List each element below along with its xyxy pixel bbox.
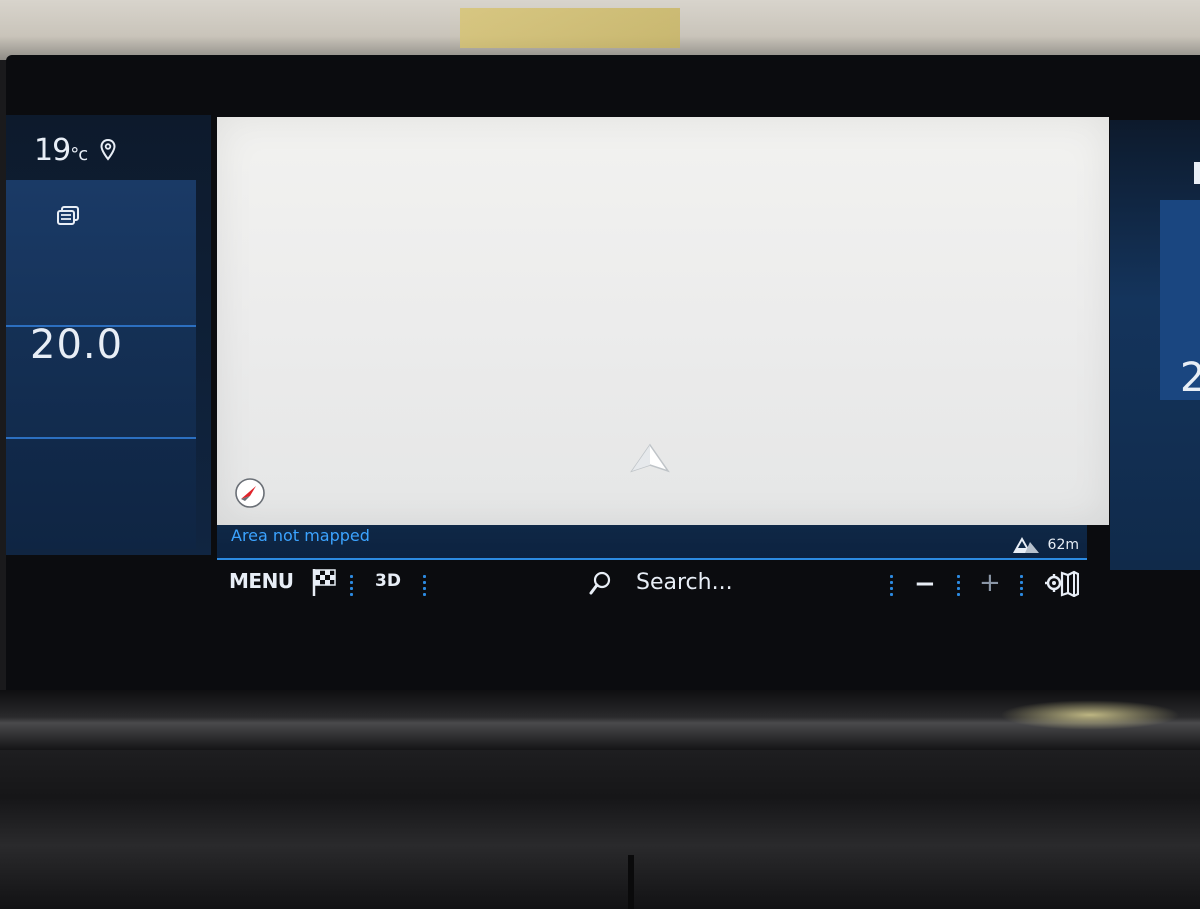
search-button[interactable]: Search...	[589, 570, 733, 595]
altitude-readout: 62m	[1013, 536, 1079, 554]
toolbar-separator	[1020, 575, 1023, 599]
rear-window-defrost-icon	[56, 205, 80, 231]
location-pin-icon	[100, 134, 116, 169]
menu-button[interactable]: MENU	[229, 569, 294, 593]
toolbar-separator	[423, 575, 426, 599]
temp-unit: °c	[70, 144, 88, 165]
right-panel-indicator	[1194, 162, 1200, 184]
area-status-text: Area not mapped	[231, 526, 370, 545]
left-temp-setpoint-control[interactable]: 20.0	[6, 322, 196, 439]
exterior-temperature: 19°c	[34, 133, 224, 169]
left-temp-setpoint: 20.0	[30, 322, 124, 368]
left-fan-control[interactable]	[6, 439, 196, 549]
map-settings-button[interactable]	[1045, 569, 1080, 601]
toolbar-separator	[890, 575, 893, 599]
right-climate-panel: 2	[1110, 120, 1200, 570]
altitude-value: 62m	[1047, 537, 1079, 553]
search-icon	[589, 570, 636, 595]
navigation-map[interactable]	[217, 117, 1109, 525]
exterior-temp-value: 19	[34, 133, 71, 168]
map-status-bar: Area not mapped 62m	[217, 525, 1087, 560]
toolbar-separator	[957, 575, 960, 599]
destination-button[interactable]	[311, 567, 339, 601]
view-mode-3d-button[interactable]: 3D	[375, 571, 401, 591]
zoom-in-button[interactable]: +	[979, 568, 1001, 598]
compass-icon[interactable]	[234, 477, 266, 513]
mountain-icon	[1013, 537, 1047, 553]
dashboard-glare	[1000, 700, 1180, 730]
navigation-arrow-icon	[630, 443, 670, 479]
left-climate-panel: 19°c 20.0	[6, 115, 211, 555]
map-settings-icon	[1045, 570, 1080, 601]
toolbar-separator	[350, 575, 353, 599]
zoom-out-button[interactable]: −	[914, 569, 936, 599]
search-label: Search...	[636, 570, 733, 595]
right-temp-setpoint[interactable]: 2	[1180, 355, 1200, 401]
background-poster	[460, 8, 680, 48]
navigation-toolbar: MENU 3D Search... − +	[217, 560, 1097, 620]
checkered-flag-icon	[311, 569, 339, 601]
dashboard-lower	[0, 750, 1200, 909]
rear-defrost-button[interactable]	[6, 180, 196, 327]
background-wall	[0, 0, 1200, 60]
dashboard-seam	[628, 855, 634, 909]
